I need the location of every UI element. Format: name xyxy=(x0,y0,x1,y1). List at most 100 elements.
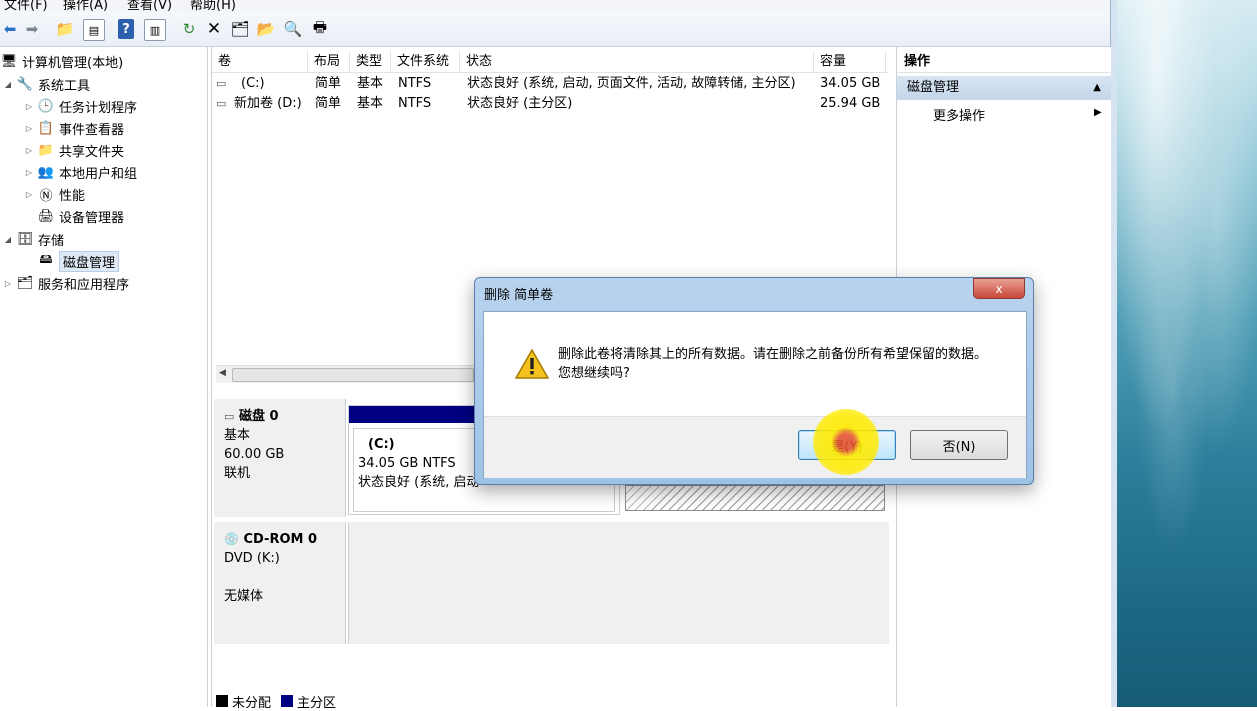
tree-item-event-viewer[interactable]: ▷ 📋 事件查看器 xyxy=(24,118,124,138)
menu-bar: 文件(F) 操作(A) 查看(V) 帮助(H) xyxy=(0,0,1110,12)
storage-icon: 🗄 xyxy=(16,231,34,247)
tree-item-shared-folders[interactable]: ▷ 📁 共享文件夹 xyxy=(24,140,124,160)
volume-capacity: 25.94 GB xyxy=(820,96,881,111)
actions-title: 操作 xyxy=(897,51,1111,73)
column-header-layout[interactable]: 布局 xyxy=(308,51,350,72)
tree-label: 共享文件夹 xyxy=(59,144,125,160)
show-hide-action-icon[interactable]: ▥ xyxy=(144,19,166,41)
tree-label: 服务和应用程序 xyxy=(38,277,130,293)
tree-item-disk-management[interactable]: 🖴 磁盘管理 xyxy=(37,250,120,272)
more-actions-item[interactable]: 更多操作 xyxy=(933,105,985,124)
volume-name: (C:) xyxy=(241,76,265,91)
tree-item-device-manager[interactable]: 🖨 设备管理器 xyxy=(37,206,124,226)
open-icon[interactable]: 📂 xyxy=(256,19,276,39)
tree-item-root[interactable]: 🖥 计算机管理(本地) xyxy=(0,51,123,71)
scroll-left-icon[interactable]: ◀ xyxy=(219,368,226,378)
expand-arrow-icon[interactable]: ▷ xyxy=(24,168,34,177)
volume-status: 状态良好 (主分区) xyxy=(467,96,573,111)
legend-unallocated: 未分配 xyxy=(232,695,272,711)
delete-volume-dialog: 删除 简单卷 x 删除此卷将清除其上的所有数据。请在删除之前备份所有希望保留的数… xyxy=(474,277,1034,485)
drive-icon: ▭ xyxy=(216,97,227,110)
console-tree: 🖥 计算机管理(本地) ◢ 🔧 系统工具 ▷ 🕒 任务计划程序 ▷ 📋 事件查看… xyxy=(0,47,208,707)
actions-group-disk-management[interactable]: 磁盘管理 ▲ xyxy=(897,76,1111,100)
disk0-name: 磁盘 0 xyxy=(238,409,279,424)
collapse-up-icon[interactable]: ▲ xyxy=(1093,76,1101,100)
column-header-capacity[interactable]: 容量 xyxy=(814,51,886,72)
scrollbar-thumb[interactable] xyxy=(232,368,474,382)
table-row[interactable]: ▭ (C:) 简单 基本 NTFS 状态良好 (系统, 启动, 页面文件, 活动… xyxy=(212,74,888,94)
cdrom-icon: 💿 xyxy=(224,532,239,546)
yes-button[interactable]: 是(Y) xyxy=(798,430,896,460)
menu-action[interactable]: 操作(A) xyxy=(63,0,108,12)
disk-icon: ▭ xyxy=(224,410,235,423)
clock-icon: 🕒 xyxy=(37,98,55,114)
export-icon[interactable]: 🖶 xyxy=(310,18,330,39)
column-header-type[interactable]: 类型 xyxy=(350,51,391,72)
computer-icon: 🖥 xyxy=(0,53,18,69)
volume-type: 基本 xyxy=(357,76,384,91)
toolbar: ⬅ ➡ 📁 ▤ ? ▥ ↻ ✕ 🗂 📂 🔍 🖶 xyxy=(0,12,1110,47)
tree-label: 本地用户和组 xyxy=(59,166,138,182)
expand-arrow-icon[interactable]: ▷ xyxy=(24,146,34,155)
tree-item-task-scheduler[interactable]: ▷ 🕒 任务计划程序 xyxy=(24,96,137,116)
expand-arrow-icon[interactable]: ▷ xyxy=(3,279,13,288)
menu-view[interactable]: 查看(V) xyxy=(127,0,172,12)
users-icon: 👥 xyxy=(37,164,55,180)
tree-item-performance[interactable]: ▷ Ⓝ 性能 xyxy=(24,184,85,204)
disk-icon: 🖴 xyxy=(39,252,53,267)
collapse-arrow-icon[interactable]: ◢ xyxy=(3,235,13,244)
event-viewer-icon: 📋 xyxy=(37,120,55,136)
tree-item-storage[interactable]: ◢ 🗄 存储 xyxy=(3,229,64,249)
submenu-arrow-icon[interactable]: ▶ xyxy=(1094,107,1102,118)
desktop-background xyxy=(1116,0,1257,707)
window-border xyxy=(1110,0,1117,707)
search-icon[interactable]: 🔍 xyxy=(283,19,303,39)
menu-help[interactable]: 帮助(H) xyxy=(190,0,236,12)
cdrom0-info[interactable]: 💿 CD-ROM 0 DVD (K:) 无媒体 xyxy=(214,522,346,644)
tree-label: 计算机管理(本地) xyxy=(22,55,124,71)
shared-folder-icon: 📁 xyxy=(37,142,55,158)
menu-file[interactable]: 文件(F) xyxy=(4,0,48,12)
close-button[interactable]: x xyxy=(973,278,1025,299)
cdrom0-drive: DVD (K:) xyxy=(224,551,280,566)
tree-label: 任务计划程序 xyxy=(59,100,138,116)
table-row[interactable]: ▭ 新加卷 (D:) 简单 基本 NTFS 状态良好 (主分区) 25.94 G… xyxy=(212,94,888,114)
properties-icon[interactable]: 🗂 xyxy=(230,19,250,39)
cdrom0-area xyxy=(348,522,889,644)
delete-icon[interactable]: ✕ xyxy=(204,19,224,39)
tree-label: 存储 xyxy=(38,233,65,249)
tree-label: 设备管理器 xyxy=(59,210,125,226)
column-header-status[interactable]: 状态 xyxy=(460,51,814,72)
no-button[interactable]: 否(N) xyxy=(910,430,1008,460)
collapse-arrow-icon[interactable]: ◢ xyxy=(3,80,13,89)
show-hide-tree-icon[interactable]: ▤ xyxy=(83,19,105,41)
legend-primary: 主分区 xyxy=(297,695,337,711)
forward-icon[interactable]: ➡ xyxy=(22,19,42,39)
refresh-icon[interactable]: ↻ xyxy=(179,19,199,39)
tree-item-services-apps[interactable]: ▷ 🗂 服务和应用程序 xyxy=(3,273,129,293)
disk0-size: 60.00 GB xyxy=(224,447,285,462)
drive-icon: ▭ xyxy=(216,77,227,90)
disk0-title: ▭ 磁盘 0 xyxy=(224,407,335,426)
tree-item-system-tools[interactable]: ◢ 🔧 系统工具 xyxy=(3,74,90,94)
device-manager-icon: 🖨 xyxy=(37,208,55,224)
help-icon[interactable]: ? xyxy=(118,19,134,39)
disk0-state: 联机 xyxy=(224,466,251,481)
column-header-volume[interactable]: 卷 xyxy=(212,51,308,72)
services-icon: 🗂 xyxy=(16,275,34,291)
expand-arrow-icon[interactable]: ▷ xyxy=(24,190,34,199)
partition-d-hatched[interactable] xyxy=(625,485,885,511)
up-folder-icon[interactable]: 📁 xyxy=(55,19,75,39)
disk0-info[interactable]: ▭ 磁盘 0 基本 60.00 GB 联机 xyxy=(214,399,346,517)
cdrom0-name: CD-ROM 0 xyxy=(243,532,318,547)
warning-icon xyxy=(514,348,550,379)
close-icon: x xyxy=(995,281,1003,296)
back-icon[interactable]: ⬅ xyxy=(0,19,20,39)
actions-group-label: 磁盘管理 xyxy=(907,80,960,95)
column-header-filesystem[interactable]: 文件系统 xyxy=(391,51,460,72)
expand-arrow-icon[interactable]: ▷ xyxy=(24,124,34,133)
dialog-message: 删除此卷将清除其上的所有数据。请在删除之前备份所有希望保留的数据。您想继续吗? xyxy=(558,347,988,381)
tree-item-local-users[interactable]: ▷ 👥 本地用户和组 xyxy=(24,162,137,182)
volume-layout: 简单 xyxy=(315,96,342,111)
expand-arrow-icon[interactable]: ▷ xyxy=(24,102,34,111)
